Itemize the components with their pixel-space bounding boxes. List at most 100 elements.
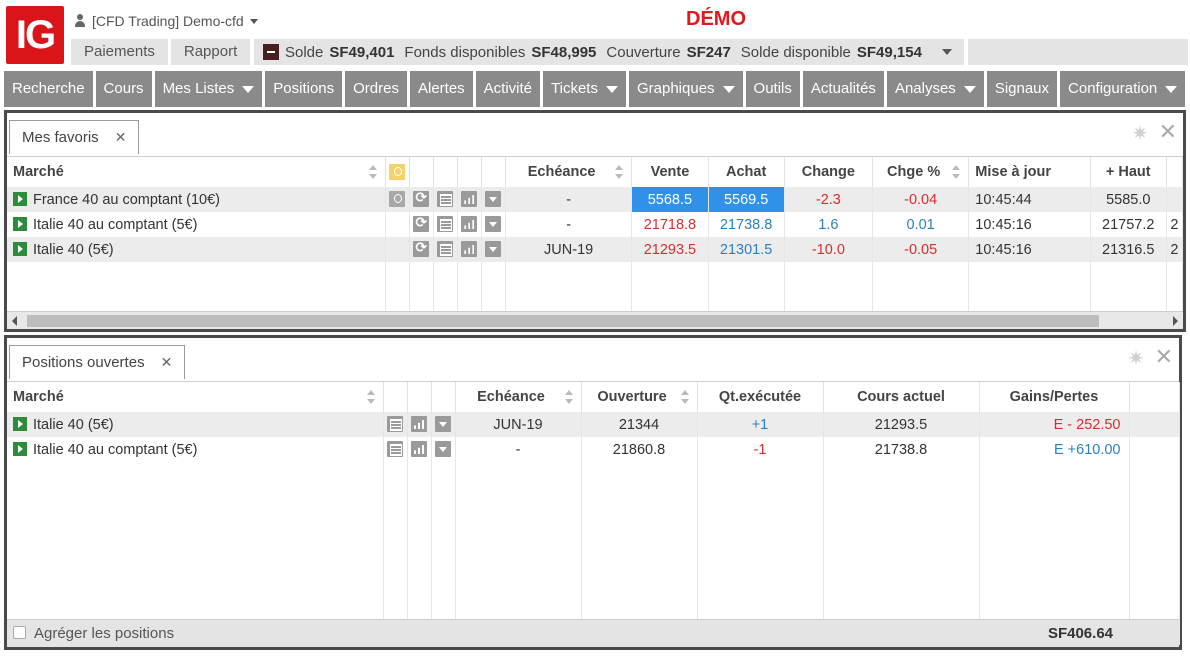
gear-icon[interactable]: ✷ bbox=[1129, 123, 1151, 145]
refresh-icon[interactable] bbox=[413, 214, 430, 232]
col-header-sell[interactable]: Vente bbox=[631, 157, 709, 187]
nav-label: Activité bbox=[483, 80, 533, 97]
table-row[interactable]: Italie 40 au comptant (5€) - 21860.8 -1 … bbox=[7, 437, 1180, 462]
tab-positions-ouvertes[interactable]: Positions ouvertes ✕ bbox=[9, 345, 186, 379]
col-header-expiry[interactable]: Echéance bbox=[455, 382, 582, 412]
document-icon[interactable] bbox=[387, 441, 403, 457]
play-icon[interactable] bbox=[13, 441, 27, 456]
play-icon[interactable] bbox=[13, 191, 27, 206]
alert-cell bbox=[385, 237, 410, 262]
col-header-open[interactable]: Ouverture bbox=[581, 382, 698, 412]
dropdown-icon[interactable] bbox=[485, 216, 502, 232]
col-header-change-pct[interactable]: Chge % bbox=[872, 157, 970, 187]
col-header-pnl[interactable]: Gains/Pertes bbox=[979, 382, 1130, 412]
sell-price-button[interactable]: 21718.8 bbox=[631, 212, 709, 237]
chart-icon[interactable] bbox=[411, 416, 427, 432]
subtab-rapport[interactable]: Rapport bbox=[170, 39, 251, 65]
close-icon[interactable]: ✕ bbox=[1159, 121, 1177, 143]
nav-ordres[interactable]: Ordres bbox=[345, 71, 407, 107]
buy-price-button[interactable]: 21301.5 bbox=[708, 237, 785, 262]
sell-price-button[interactable]: 21293.5 bbox=[631, 237, 709, 262]
play-icon[interactable] bbox=[13, 416, 27, 431]
gear-icon[interactable]: ✷ bbox=[1125, 348, 1147, 370]
col-header-change[interactable]: Change bbox=[784, 157, 874, 187]
nav-actualites[interactable]: Actualités bbox=[802, 71, 884, 107]
close-icon[interactable]: ✕ bbox=[115, 129, 127, 146]
nav-positions[interactable]: Positions bbox=[265, 71, 343, 107]
table-row[interactable]: Italie 40 au comptant (5€) - 21718.8 217… bbox=[7, 212, 1184, 237]
nav-outils[interactable]: Outils bbox=[745, 71, 800, 107]
tab-mes-favoris[interactable]: Mes favoris ✕ bbox=[9, 120, 140, 154]
ig-logo[interactable]: IG bbox=[6, 6, 64, 64]
aggregate-toggle[interactable]: Agréger les positions bbox=[13, 625, 174, 642]
nav-label: Outils bbox=[753, 80, 792, 97]
horizontal-scrollbar[interactable] bbox=[7, 311, 1183, 329]
market-cell[interactable]: Italie 40 au comptant (5€) bbox=[7, 212, 386, 237]
change-pct-cell: -0.04 bbox=[872, 187, 970, 212]
scroll-left-icon[interactable] bbox=[12, 316, 17, 326]
change-pct-cell: 0.01 bbox=[872, 212, 970, 237]
document-icon[interactable] bbox=[437, 216, 454, 232]
nav-label: Actualités bbox=[810, 80, 876, 97]
nav-configuration[interactable]: Configuration bbox=[1060, 71, 1186, 107]
market-cell[interactable]: Italie 40 au comptant (5€) bbox=[7, 437, 384, 462]
market-cell[interactable]: Italie 40 (5€) bbox=[7, 237, 386, 262]
buy-price-button[interactable]: 21738.8 bbox=[708, 212, 785, 237]
aggregate-checkbox[interactable] bbox=[13, 626, 26, 639]
market-cell[interactable]: France 40 au comptant (10€) bbox=[7, 187, 386, 212]
lightbulb-icon[interactable] bbox=[389, 163, 406, 180]
refresh-icon[interactable] bbox=[413, 189, 430, 207]
col-header-extra bbox=[1166, 157, 1184, 187]
col-header-qty[interactable]: Qt.exécutée bbox=[697, 382, 824, 412]
refresh-icon[interactable] bbox=[413, 239, 430, 257]
document-icon[interactable] bbox=[387, 416, 403, 432]
document-icon[interactable] bbox=[437, 191, 454, 207]
col-header-expiry[interactable]: Echéance bbox=[505, 157, 633, 187]
collapse-icon[interactable] bbox=[263, 44, 279, 60]
scroll-right-icon[interactable] bbox=[1173, 316, 1178, 326]
chart-icon[interactable] bbox=[411, 441, 427, 457]
nav-cours[interactable]: Cours bbox=[95, 71, 152, 107]
nav-mes-listes[interactable]: Mes Listes bbox=[154, 71, 263, 107]
close-icon[interactable]: ✕ bbox=[161, 354, 173, 371]
sort-icon bbox=[368, 165, 377, 179]
subtab-paiements[interactable]: Paiements bbox=[71, 39, 168, 65]
nav-alertes[interactable]: Alertes bbox=[409, 71, 473, 107]
col-header-buy[interactable]: Achat bbox=[708, 157, 785, 187]
account-selector[interactable]: [CFD Trading] Demo-cfd bbox=[74, 10, 258, 32]
play-icon[interactable] bbox=[13, 216, 27, 231]
col-header-market[interactable]: Marché bbox=[7, 157, 386, 187]
lightbulb-icon[interactable] bbox=[389, 191, 406, 207]
table-row[interactable]: France 40 au comptant (10€) - 5568.5 556… bbox=[7, 187, 1184, 212]
close-icon[interactable]: ✕ bbox=[1155, 346, 1173, 368]
market-cell[interactable]: Italie 40 (5€) bbox=[7, 412, 384, 437]
col-header-update[interactable]: Mise à jour bbox=[968, 157, 1091, 187]
play-icon[interactable] bbox=[13, 241, 27, 256]
chevron-down-icon[interactable] bbox=[941, 49, 952, 55]
col-header-current[interactable]: Cours actuel bbox=[823, 382, 980, 412]
chart-icon[interactable] bbox=[461, 216, 478, 232]
header-label: Marché bbox=[13, 164, 64, 180]
nav-analyses[interactable]: Analyses bbox=[886, 71, 984, 107]
dropdown-icon[interactable] bbox=[435, 441, 451, 457]
table-row[interactable]: Italie 40 (5€) JUN-19 21293.5 21301.5 -1… bbox=[7, 237, 1184, 262]
dropdown-icon[interactable] bbox=[485, 241, 502, 257]
chart-icon[interactable] bbox=[461, 191, 478, 207]
nav-tickets[interactable]: Tickets bbox=[543, 71, 626, 107]
menu-cell bbox=[481, 237, 506, 262]
dropdown-icon[interactable] bbox=[485, 191, 502, 207]
nav-graphiques[interactable]: Graphiques bbox=[628, 71, 743, 107]
col-header-market[interactable]: Marché bbox=[7, 382, 384, 412]
sell-price-button[interactable]: 5568.5 bbox=[631, 187, 709, 212]
buy-price-button[interactable]: 5569.5 bbox=[708, 187, 785, 212]
nav-recherche[interactable]: Recherche bbox=[4, 71, 93, 107]
chart-icon[interactable] bbox=[461, 241, 478, 257]
document-icon[interactable] bbox=[437, 241, 454, 257]
dropdown-icon[interactable] bbox=[435, 416, 451, 432]
table-row[interactable]: Italie 40 (5€) JUN-19 21344 +1 21293.5 E… bbox=[7, 412, 1180, 437]
nav-signaux[interactable]: Signaux bbox=[986, 71, 1058, 107]
col-header-icon bbox=[407, 382, 432, 412]
nav-activite[interactable]: Activité bbox=[475, 71, 541, 107]
scrollbar-thumb[interactable] bbox=[27, 315, 1099, 327]
col-header-high[interactable]: + Haut bbox=[1090, 157, 1167, 187]
